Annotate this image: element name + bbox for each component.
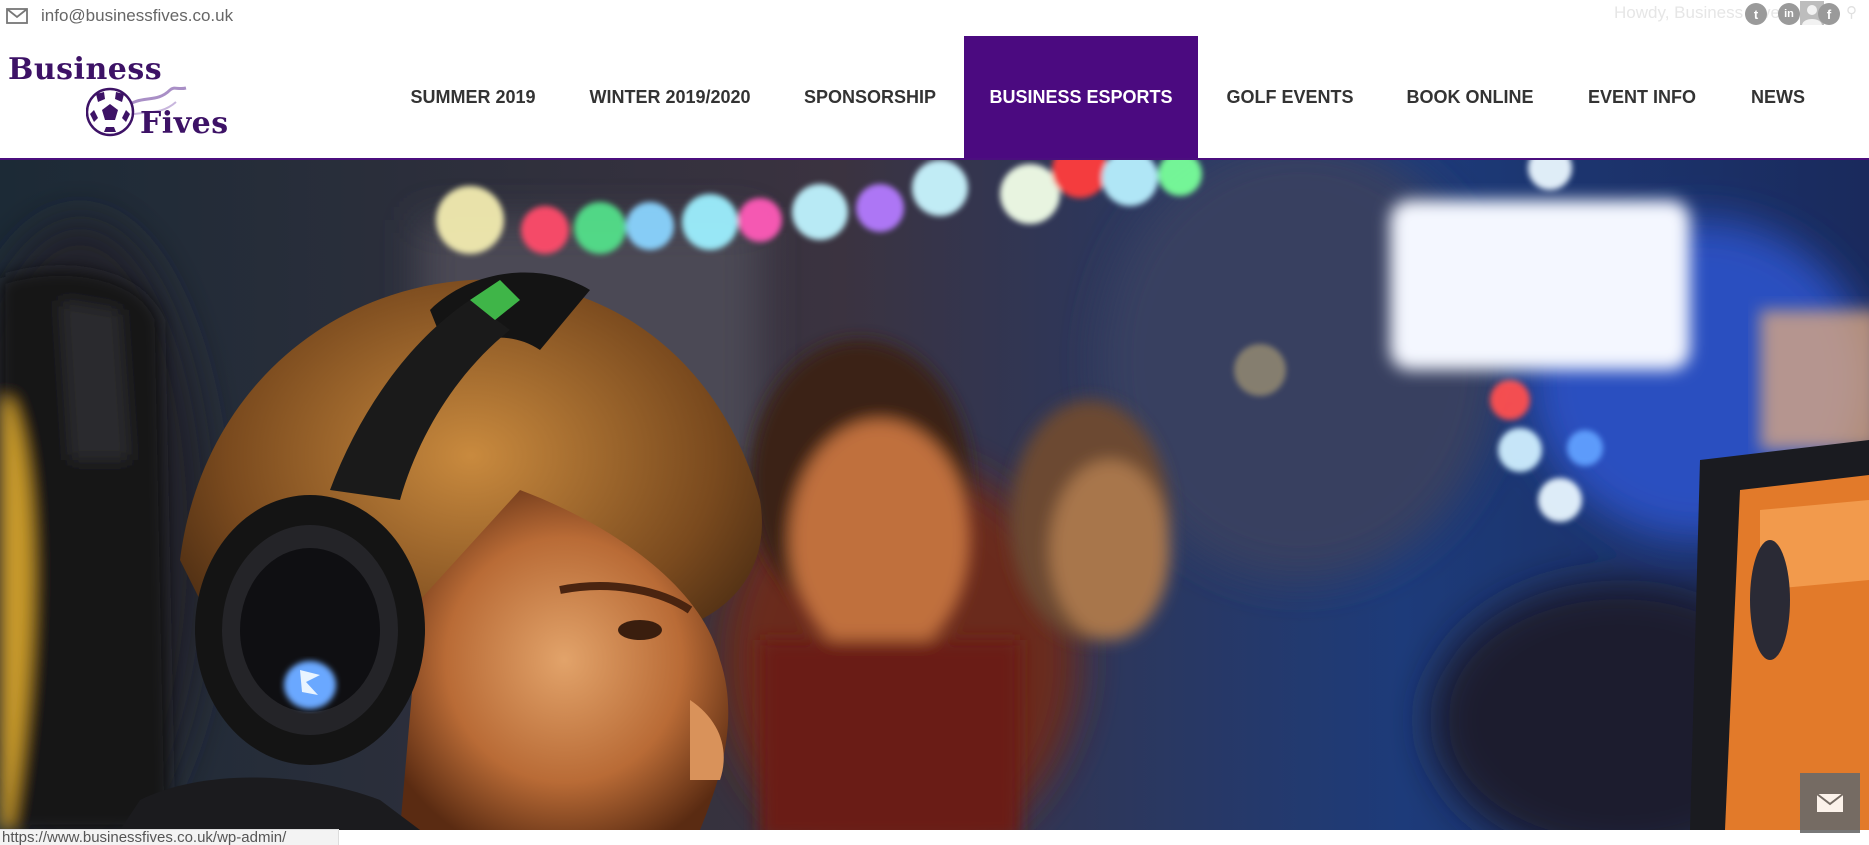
- top-bar: info@businessfives.co.uk Howdy, Business…: [0, 0, 1869, 30]
- search-icon[interactable]: ⚲: [1846, 3, 1857, 21]
- site-logo[interactable]: Business Fives: [6, 52, 229, 144]
- nav-summer-2019[interactable]: SUMMER 2019: [383, 36, 563, 158]
- status-bar-url: https://www.businessfives.co.uk/wp-admin…: [0, 829, 339, 845]
- nav-event-info[interactable]: EVENT INFO: [1572, 36, 1712, 158]
- contact-email[interactable]: info@businessfives.co.uk: [41, 6, 233, 26]
- nav-sponsorship[interactable]: SPONSORSHIP: [785, 36, 955, 158]
- nav-news[interactable]: NEWS: [1735, 36, 1821, 158]
- logo-word-fives: Fives: [140, 106, 229, 141]
- top-contact[interactable]: info@businessfives.co.uk: [6, 6, 233, 26]
- twitter-icon[interactable]: t: [1745, 3, 1767, 25]
- envelope-icon: [6, 8, 28, 24]
- nav-winter-2019-2020[interactable]: WINTER 2019/2020: [570, 36, 770, 158]
- esports-gamer-photo: [0, 160, 1869, 830]
- nav-business-esports[interactable]: BUSINESS ESPORTS: [964, 36, 1198, 158]
- contact-float-button[interactable]: [1800, 773, 1860, 833]
- hero-image: [0, 160, 1869, 830]
- nav-book-online[interactable]: BOOK ONLINE: [1385, 36, 1555, 158]
- envelope-icon: [1816, 793, 1844, 812]
- linkedin-icon[interactable]: in: [1778, 3, 1800, 25]
- facebook-icon[interactable]: f: [1818, 3, 1840, 25]
- nav-golf-events[interactable]: GOLF EVENTS: [1210, 36, 1370, 158]
